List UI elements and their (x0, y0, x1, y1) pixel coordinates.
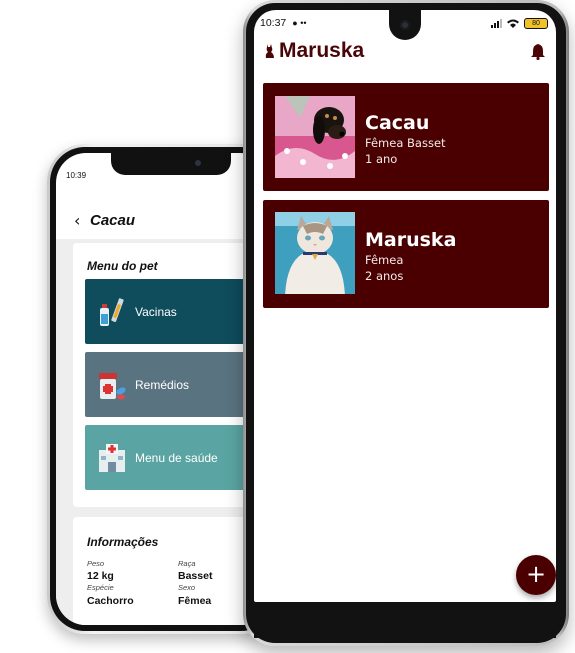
status-time: 10:37 (260, 17, 287, 29)
phone-chin (254, 602, 556, 638)
pet-photo (275, 212, 355, 294)
breed-label: Raça (178, 559, 196, 568)
pet-info-card: Informações Peso 12 kg Raça Basset Espéc… (73, 517, 270, 625)
breed-value: Basset (178, 570, 213, 582)
info-title: Informações (87, 535, 159, 549)
pet-name: Cacau (365, 112, 430, 134)
signal-icon (491, 18, 502, 28)
status-bar: 10:37 ● •• 80 (260, 16, 548, 30)
pet-age: 1 ano (365, 152, 398, 166)
battery-icon: 80 (524, 17, 548, 29)
pet-name: Maruska (365, 229, 457, 251)
status-indicators: 80 (491, 17, 548, 29)
pet-detail-title: Cacau (90, 211, 136, 229)
weight-label: Peso (87, 559, 105, 568)
species-value: Cachorro (87, 595, 134, 607)
wifi-icon (507, 19, 519, 28)
primary-phone-mockup: 10:37 ● •• 80 Maruska Cacau Fêmea Basset… (243, 0, 569, 646)
bell-icon[interactable] (530, 43, 546, 60)
health-menu-label: Menu de saúde (135, 450, 218, 465)
pet-detail-screen: 10:39 ‹ Cacau Menu do pet Vacinas Remédi… (56, 153, 270, 625)
pet-text: Maruska Fêmea 2 anos (365, 200, 456, 308)
detail-header: ‹ Cacau (74, 209, 270, 231)
pet-list-screen: 10:37 ● •• 80 Maruska Cacau Fêmea Basset… (254, 10, 556, 602)
pet-card[interactable]: Cacau Fêmea Basset 1 ano (263, 83, 549, 191)
add-pet-button[interactable]: + (516, 555, 556, 595)
pet-card[interactable]: Maruska Fêmea 2 anos (263, 200, 549, 308)
pet-description: Fêmea Basset (365, 136, 446, 150)
pet-text: Cacau Fêmea Basset 1 ano (365, 83, 446, 191)
hospital-icon (97, 440, 127, 476)
vaccine-icon (97, 294, 127, 330)
pet-photo (275, 96, 355, 178)
menu-title: Menu do pet (87, 259, 158, 273)
pet-description: Fêmea (365, 253, 404, 267)
species-label: Espécie (87, 583, 114, 592)
pet-age: 2 anos (365, 269, 404, 283)
app-header: Maruska (264, 38, 550, 64)
vaccines-label: Vacinas (135, 304, 177, 319)
status-dots: ● •• (292, 18, 307, 28)
sex-label: Sexo (178, 583, 196, 592)
pet-menu-card: Menu do pet Vacinas Remédios Menu de saú… (73, 243, 270, 507)
medicines-label: Remédios (135, 377, 190, 392)
app-title: Maruska (279, 39, 365, 62)
status-time: 10:39 (66, 171, 87, 180)
camera-dot (195, 160, 201, 166)
chevron-left-icon[interactable]: ‹ (74, 211, 88, 230)
phone-notch (111, 153, 231, 175)
weight-value: 12 kg (87, 570, 114, 582)
sex-value: Fêmea (178, 595, 212, 607)
medicine-icon (97, 367, 127, 403)
cat-logo-icon (265, 44, 274, 58)
